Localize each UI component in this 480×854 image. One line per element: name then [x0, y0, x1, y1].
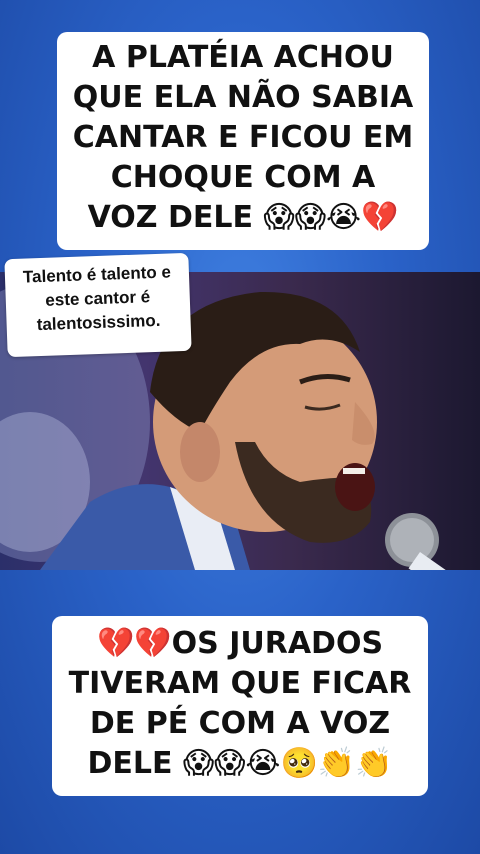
top-caption-line: VOZ DELE 😱😱😭💔: [87, 200, 399, 235]
bottom-caption-line: DELE 😱😱😭🥺👏👏: [87, 746, 393, 781]
ear: [180, 422, 220, 482]
top-caption-line: QUE ELA NÃO SABIA: [72, 80, 414, 115]
top-caption-line: A PLATÉIA ACHOU: [92, 40, 394, 75]
comment-sticker: Talento é talento e este cantor é talent…: [4, 252, 192, 358]
bottom-caption-box: 💔💔OS JURADOS TIVERAM QUE FICAR DE PÉ COM…: [52, 616, 428, 796]
top-caption-line: CANTAR E FICOU EM: [72, 120, 414, 155]
bottom-caption-line: 💔💔OS JURADOS: [96, 626, 384, 661]
teeth: [343, 468, 365, 474]
top-caption-line: CHOQUE COM A: [110, 160, 376, 195]
bottom-caption-line: TIVERAM QUE FICAR: [68, 666, 412, 701]
sticker-line: talentosissimo.: [36, 310, 161, 335]
top-caption-box: A PLATÉIA ACHOU QUE ELA NÃO SABIA CANTAR…: [57, 32, 429, 250]
bottom-caption-line: DE PÉ COM A VOZ: [89, 706, 391, 741]
